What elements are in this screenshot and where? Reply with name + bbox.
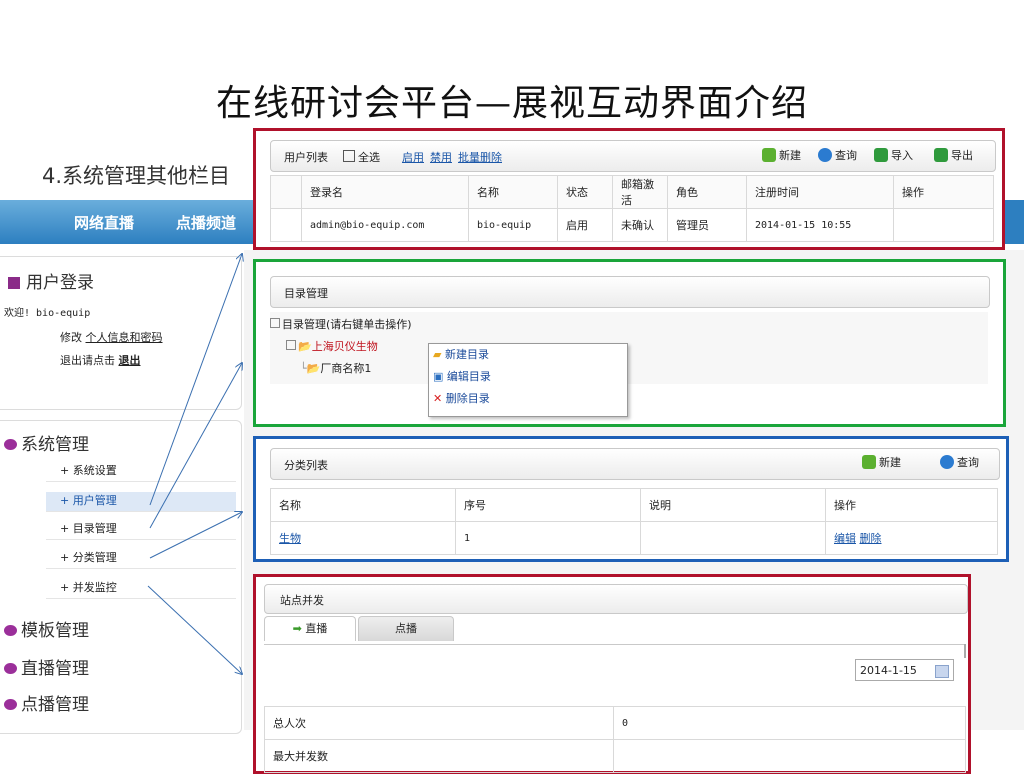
new-label: 新建 [779,149,801,162]
collapse-icon[interactable] [270,318,280,328]
checkbox-icon[interactable] [343,150,355,162]
cell-desc [640,521,826,555]
column-header: 名称 [468,175,558,209]
catalog-title: 目录管理 [284,287,328,300]
user-table-header: 登录名 名称 状态 邮箱激活 角色 注册时间 操作 [270,175,994,209]
new-category-button[interactable]: 新建 [862,454,901,470]
category-table: 名称 序号 说明 操作 生物 1 编辑 删除 [270,488,998,555]
search-icon [818,148,832,162]
ctx-edit-catalog[interactable]: ▣ 编辑目录 [429,366,627,388]
tree-root[interactable]: 目录管理(请右键单击操作) [270,316,412,332]
collapse-icon[interactable] [286,340,296,350]
ctx-delete-catalog[interactable]: ✕ 删除目录 [429,388,627,410]
import-button[interactable]: 导入 [874,147,913,163]
new-doc-icon [762,148,776,162]
tab-vod[interactable]: 点播 [358,616,454,641]
new-category-label: 新建 [879,456,901,469]
tree-node[interactable]: 📂上海贝仪生物 [286,338,378,354]
column-header: 角色 [667,175,747,209]
user-list-label: 用户列表 [284,151,328,164]
calendar-icon[interactable] [935,665,949,678]
cell-label: 总人次 [264,706,614,740]
export-label: 导出 [951,149,973,162]
batch-delete-link[interactable]: 批量删除 [458,149,502,165]
tab-live[interactable]: ➡ 直播 [264,616,356,641]
user-table: 登录名 名称 状态 邮箱激活 角色 注册时间 操作 admin@bio-equi… [270,175,994,242]
tree-child-label: 厂商名称1 [320,362,372,375]
folder-icon: 📂 [298,340,312,353]
column-header: 说明 [640,488,826,522]
save-icon: ▣ [433,370,444,383]
concurrency-toolbar [264,584,968,614]
table-row[interactable]: 生物 1 编辑 删除 [270,521,998,555]
column-header: 序号 [455,488,641,522]
column-header: 状态 [557,175,613,209]
export-button[interactable]: 导出 [934,147,973,163]
table-cell [270,175,302,209]
ctx-edit-label: 编辑目录 [446,370,491,383]
concurrency-title: 站点并发 [280,594,324,607]
cell-order: 1 [455,521,641,555]
column-header: 名称 [270,488,456,522]
ctx-new-catalog[interactable]: ▰ 新建目录 [429,344,627,366]
column-header: 邮箱激活 [612,175,668,209]
query-label: 查询 [835,149,857,162]
cell-category-name: 生物 [270,521,456,555]
new-doc-icon [862,455,876,469]
cell-status: 启用 [557,208,613,242]
cell-role: 管理员 [667,208,747,242]
category-title: 分类列表 [284,459,328,472]
folder-icon: 📂 [306,362,321,375]
disable-link[interactable]: 禁用 [430,149,452,165]
column-header: 操作 [893,175,994,209]
cell-actions [893,208,994,242]
arrow-right-icon: ➡ [292,622,302,635]
cell-email-activation: 未确认 [612,208,668,242]
ctx-new-label: 新建目录 [444,348,489,361]
scrollbar[interactable] [964,644,966,658]
column-header: 登录名 [301,175,469,209]
search-icon [940,455,954,469]
edit-link[interactable]: 编辑 [834,532,856,545]
cell-registered: 2014-01-15 10:55 [746,208,894,242]
tab-live-label: 直播 [305,622,328,635]
cell-login: admin@bio-equip.com [301,208,469,242]
date-input[interactable]: 2014-1-15 [855,659,954,681]
tree-root-label: 目录管理(请右键单击操作) [282,318,412,331]
ctx-delete-label: 删除目录 [445,392,490,405]
tree-node-label: 上海贝仪生物 [311,340,378,353]
category-table-header: 名称 序号 说明 操作 [270,488,998,522]
column-header: 操作 [825,488,998,522]
query-category-button[interactable]: 查询 [940,454,979,470]
delete-link[interactable]: 删除 [860,532,882,545]
cell-actions: 编辑 删除 [825,521,998,555]
excel-import-icon [874,148,888,162]
excel-export-icon [934,148,948,162]
concurrency-table: 总人次 0 最大并发数 [264,706,966,773]
tree-child[interactable]: └📂厂商名称1 [300,360,371,376]
new-user-button[interactable]: 新建 [762,147,801,163]
category-name-link[interactable]: 生物 [279,532,301,545]
delete-icon: ✕ [433,392,443,405]
table-row: 总人次 0 [264,706,966,740]
table-cell [270,208,302,242]
select-all-label: 全选 [358,151,380,164]
tree-line: └ [300,362,307,375]
folder-icon: ▰ [433,348,442,361]
query-category-label: 查询 [957,456,979,469]
date-value: 2014-1-15 [860,664,917,677]
enable-link[interactable]: 启用 [402,149,424,165]
column-header: 注册时间 [746,175,894,209]
context-menu: ▰ 新建目录 ▣ 编辑目录 ✕ 删除目录 [428,343,628,417]
query-user-button[interactable]: 查询 [818,147,857,163]
catalog-toolbar [270,276,990,308]
import-label: 导入 [891,149,913,162]
cell-value: 0 [613,706,966,740]
select-all[interactable]: 全选 [343,149,380,165]
cell-name: bio-equip [468,208,558,242]
table-row[interactable]: admin@bio-equip.com bio-equip 启用 未确认 管理员… [270,208,994,242]
